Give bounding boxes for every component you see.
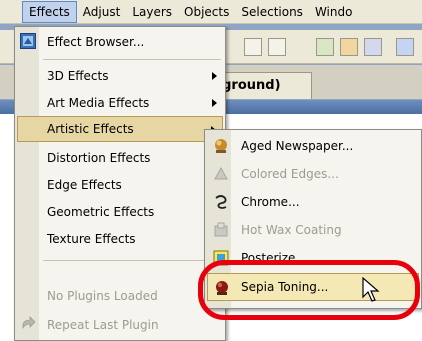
colored-edges-item: Colored Edges...	[207, 160, 419, 188]
submenu-item-label: Sepia Toning...	[241, 280, 329, 294]
menu-item-label: Art Media Effects	[47, 96, 150, 110]
menu-layers[interactable]: Layers	[126, 1, 178, 23]
geometric-effects-item[interactable]: Geometric Effects	[17, 199, 223, 225]
effects-menu: Effect Browser... 3D Effects Art Media E…	[14, 26, 226, 341]
artistic-effects-item[interactable]: Artistic Effects	[17, 116, 223, 142]
hot-wax-coating-item: Hot Wax Coating	[207, 216, 419, 244]
chrome-item[interactable]: Chrome...	[207, 188, 419, 216]
submenu-item-label: Posterize...	[241, 251, 307, 265]
colored-edges-icon	[214, 166, 228, 180]
aged-newspaper-icon	[215, 139, 227, 153]
menu-item-label: Distortion Effects	[47, 151, 151, 165]
submenu-item-label: Hot Wax Coating	[241, 223, 342, 237]
menu-item-label: 3D Effects	[47, 69, 109, 83]
menu-item-label: Edge Effects	[47, 178, 122, 192]
menu-objects[interactable]: Objects	[178, 1, 235, 23]
hot-wax-icon	[214, 222, 228, 237]
sepia-toning-icon	[216, 281, 228, 295]
art-media-effects-item[interactable]: Art Media Effects	[17, 90, 223, 116]
menu-item-label: Repeat Last Plugin	[47, 318, 159, 332]
submenu-item-label: Chrome...	[241, 195, 300, 209]
menu-effects[interactable]: Effects	[22, 0, 77, 23]
submenu-arrow-icon	[212, 72, 217, 80]
effect-browser-item[interactable]: Effect Browser...	[17, 29, 223, 55]
chrome-icon	[215, 195, 227, 209]
artistic-effects-submenu: Aged Newspaper... Colored Edges... Chrom…	[204, 129, 422, 309]
menu-window[interactable]: Windo	[309, 1, 359, 23]
posterize-icon	[213, 250, 229, 266]
texture-effects-item[interactable]: Texture Effects	[17, 226, 223, 252]
menu-adjust[interactable]: Adjust	[77, 1, 127, 23]
menu-separator	[43, 260, 221, 261]
menu-bar: Effects Adjust Layers Objects Selections…	[0, 0, 422, 24]
toolbar-button[interactable]	[244, 38, 262, 56]
toolbar-button[interactable]	[316, 38, 334, 56]
mouse-cursor-icon	[362, 277, 380, 302]
sepia-toning-item[interactable]: Sepia Toning...	[207, 273, 419, 301]
submenu-arrow-icon	[212, 99, 217, 107]
menu-separator	[43, 59, 221, 60]
posterize-item[interactable]: Posterize...	[207, 244, 419, 272]
menu-item-label: Texture Effects	[47, 232, 136, 246]
effect-browser-icon	[20, 33, 36, 49]
menu-item-label: Artistic Effects	[47, 122, 134, 136]
toolbar-button[interactable]	[268, 38, 286, 56]
menu-item-label: No Plugins Loaded	[47, 289, 158, 303]
menu-item-label: Geometric Effects	[47, 205, 155, 219]
toolbar-button[interactable]	[396, 38, 414, 56]
toolbar-button[interactable]	[340, 38, 358, 56]
3d-effects-item[interactable]: 3D Effects	[17, 63, 223, 89]
submenu-item-label: Colored Edges...	[241, 167, 339, 181]
no-plugins-item: No Plugins Loaded	[17, 283, 223, 309]
submenu-item-label: Aged Newspaper...	[241, 139, 354, 153]
aged-newspaper-item[interactable]: Aged Newspaper...	[207, 132, 419, 160]
menu-item-label: Effect Browser...	[47, 35, 145, 49]
edge-effects-item[interactable]: Edge Effects	[17, 172, 223, 198]
menu-selections[interactable]: Selections	[235, 1, 309, 23]
repeat-last-plugin-item: Repeat Last Plugin	[17, 312, 223, 338]
toolbar-button[interactable]	[364, 38, 382, 56]
distortion-effects-item[interactable]: Distortion Effects	[17, 145, 223, 171]
repeat-plugin-icon	[22, 316, 36, 330]
